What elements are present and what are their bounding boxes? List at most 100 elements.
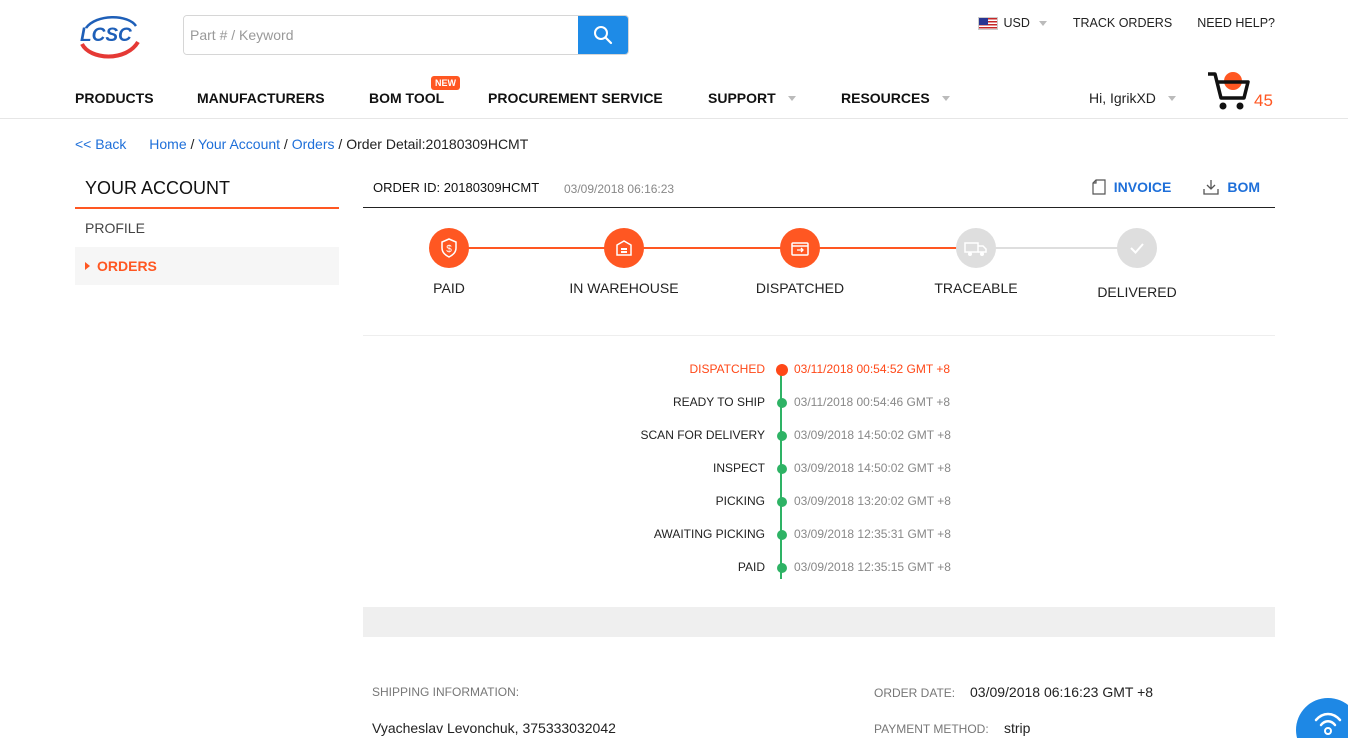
- box-arrow-icon: [791, 242, 809, 256]
- timeline-event: AWAITING PICKING: [653, 527, 765, 541]
- step-traceable: [956, 228, 996, 268]
- search-button[interactable]: [578, 16, 628, 54]
- timeline-time: 03/09/2018 12:35:31 GMT +8: [794, 527, 951, 541]
- timeline-time: 03/11/2018 00:54:52 GMT +8: [794, 362, 951, 376]
- sidebar-item-orders[interactable]: ORDERS: [75, 247, 339, 285]
- breadcrumb-orders[interactable]: Orders: [292, 136, 335, 152]
- breadcrumb-current: Order Detail:20180309HCMT: [346, 136, 529, 152]
- timeline-row: INSPECT 03/09/2018 14:50:02 GMT +8: [560, 461, 1060, 477]
- sidebar-item-orders-label: ORDERS: [97, 258, 157, 274]
- step-label-paid: PAID: [433, 280, 465, 296]
- steps-divider: [363, 335, 1275, 336]
- currency-label: USD: [1003, 16, 1030, 30]
- caret-right-icon: [85, 262, 90, 270]
- timeline-row: AWAITING PICKING 03/09/2018 12:35:31 GMT…: [560, 527, 1060, 543]
- track-orders-link[interactable]: TRACK ORDERS: [1073, 16, 1172, 30]
- shield-dollar-icon: $: [441, 238, 457, 258]
- order-date-label: ORDER DATE:: [874, 686, 956, 700]
- invoice-label: INVOICE: [1113, 179, 1172, 195]
- header-divider: [0, 118, 1348, 119]
- nav-manufacturers[interactable]: MANUFACTURERS: [197, 90, 325, 106]
- breadcrumb-account[interactable]: Your Account: [198, 136, 280, 152]
- order-date-value: 03/09/2018 06:16:23 GMT +8: [970, 684, 1154, 700]
- invoice-button[interactable]: INVOICE: [1092, 179, 1172, 195]
- progress-line-pending: [976, 247, 1136, 249]
- breadcrumb: << Back Home / Your Account / Orders / O…: [75, 136, 529, 152]
- step-label-traceable: TRACEABLE: [934, 280, 1018, 296]
- back-link[interactable]: << Back: [75, 136, 126, 152]
- nav-support-label: SUPPORT: [708, 90, 776, 106]
- step-label-dispatched: DISPATCHED: [755, 280, 845, 296]
- us-flag-icon: [978, 16, 999, 30]
- order-header-divider: [363, 207, 1275, 208]
- payment-method-label: PAYMENT METHOD:: [874, 722, 989, 736]
- sidebar-divider: [75, 207, 339, 209]
- timeline-time: 03/11/2018 00:54:46 GMT +8: [794, 395, 951, 409]
- timeline-time: 03/09/2018 12:35:15 GMT +8: [794, 560, 951, 574]
- timeline-event: INSPECT: [712, 461, 765, 475]
- currency-selector[interactable]: USD: [978, 16, 1047, 30]
- chevron-down-icon: [1038, 20, 1047, 26]
- payment-method-value: strip: [1004, 720, 1031, 736]
- sidebar-item-profile[interactable]: PROFILE: [85, 220, 145, 236]
- step-in-warehouse: [604, 228, 644, 268]
- check-icon: [1130, 243, 1144, 254]
- timeline-event: READY TO SHIP: [672, 395, 765, 409]
- search-input[interactable]: [184, 16, 578, 54]
- step-dispatched: [780, 228, 820, 268]
- timeline-time: 03/09/2018 14:50:02 GMT +8: [794, 461, 951, 475]
- nav-procurement[interactable]: PROCUREMENT SERVICE: [488, 90, 663, 106]
- truck-icon: [964, 242, 987, 256]
- timeline-dot: [776, 364, 788, 376]
- shipping-recipient: Vyacheslav Levonchuk, 375333032042: [372, 720, 616, 736]
- chat-help-button[interactable]: [1296, 698, 1348, 738]
- timeline-dot: [777, 464, 787, 474]
- nav-products[interactable]: PRODUCTS: [75, 90, 154, 106]
- svg-text:LCSC: LCSC: [80, 25, 132, 46]
- cart-icon: [1208, 72, 1250, 110]
- timeline-dot: [777, 530, 787, 540]
- lcsc-logo[interactable]: LCSC: [78, 12, 140, 60]
- progress-line-partial: [800, 247, 976, 249]
- timeline-time: 03/09/2018 14:50:02 GMT +8: [794, 428, 951, 442]
- shipping-info-title: SHIPPING INFORMATION:: [372, 685, 520, 699]
- sidebar-title: YOUR ACCOUNT: [85, 178, 231, 198]
- user-menu[interactable]: Hi, IgrikXD: [1089, 90, 1176, 106]
- user-greeting: Hi, IgrikXD: [1089, 90, 1156, 106]
- section-band: [363, 607, 1275, 637]
- new-badge: NEW: [431, 76, 460, 90]
- nav-support[interactable]: SUPPORT: [708, 90, 796, 106]
- timeline-dot: [777, 497, 787, 507]
- download-icon: [1203, 180, 1219, 195]
- timeline-event: PAID: [737, 560, 765, 574]
- order-id: ORDER ID: 20180309HCMT: [373, 180, 540, 195]
- nav-bom-tool-label: BOM TOOL: [369, 90, 445, 106]
- wifi-icon: [1314, 712, 1342, 735]
- nav-resources-label: RESOURCES: [841, 90, 930, 106]
- nav-resources[interactable]: RESOURCES: [841, 90, 950, 106]
- search-bar: [183, 15, 629, 55]
- timeline-row: READY TO SHIP 03/11/2018 00:54:46 GMT +8: [560, 395, 1060, 411]
- breadcrumb-home[interactable]: Home: [149, 136, 186, 152]
- bom-label: BOM: [1227, 179, 1260, 195]
- chevron-down-icon: [787, 95, 796, 101]
- search-icon: [594, 26, 613, 45]
- timeline-dot: [777, 431, 787, 441]
- warehouse-icon: [616, 240, 632, 256]
- cart-button[interactable]: [1206, 70, 1252, 112]
- timeline-row: PICKING 03/09/2018 13:20:02 GMT +8: [560, 494, 1060, 510]
- document-icon: [1092, 179, 1106, 195]
- timeline-row: SCAN FOR DELIVERY 03/09/2018 14:50:02 GM…: [560, 428, 1060, 444]
- timeline-row: PAID 03/09/2018 12:35:15 GMT +8: [560, 560, 1060, 576]
- timeline-row: DISPATCHED 03/11/2018 00:54:52 GMT +8: [560, 362, 1060, 378]
- timeline-event: DISPATCHED: [689, 362, 765, 376]
- need-help-link[interactable]: NEED HELP?: [1197, 16, 1275, 30]
- timeline-event: SCAN FOR DELIVERY: [640, 428, 765, 442]
- timeline-dot: [777, 398, 787, 408]
- nav-bom-tool[interactable]: BOM TOOL NEW: [369, 76, 460, 106]
- bom-download-button[interactable]: BOM: [1203, 179, 1260, 195]
- timeline-time: 03/09/2018 13:20:02 GMT +8: [794, 494, 951, 508]
- cart-count: 45: [1254, 91, 1273, 110]
- timeline-event: PICKING: [715, 494, 765, 508]
- chevron-down-icon: [941, 95, 950, 101]
